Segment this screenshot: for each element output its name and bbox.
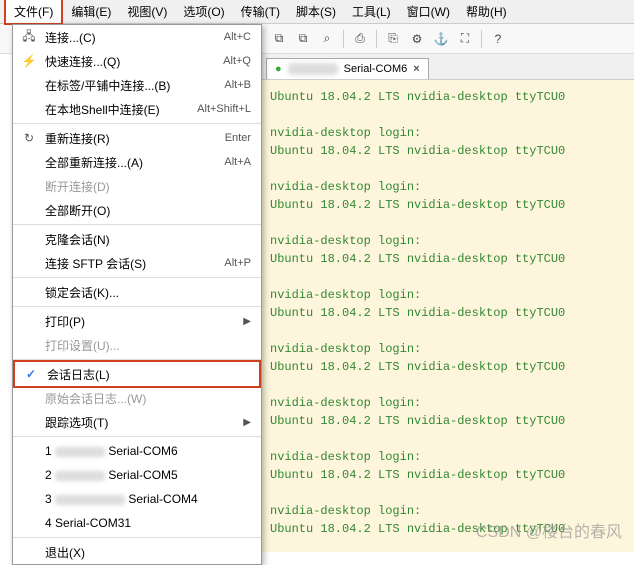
checkmark-icon: ✓ bbox=[21, 367, 41, 381]
watermark: CSDN @楼台的春风 bbox=[476, 518, 622, 542]
toolbar-icon-7[interactable]: ⚓ bbox=[430, 28, 452, 50]
reconnect-icon: ↻ bbox=[19, 131, 39, 145]
terminal-panel: ● Serial-COM6 × Ubuntu 18.04.2 LTS nvidi… bbox=[262, 54, 634, 552]
menu-connect-in-tab[interactable]: 在标签/平铺中连接...(B)Alt+B bbox=[13, 73, 261, 97]
menu-separator bbox=[13, 123, 261, 124]
toolbar-icon-2[interactable]: ⧉ bbox=[292, 28, 314, 50]
menu-edit[interactable]: 编辑(E) bbox=[63, 0, 119, 23]
quick-connect-icon: ⚡ bbox=[19, 54, 39, 68]
menu-recent-2[interactable]: 2 Serial-COM5 bbox=[13, 463, 261, 487]
menu-quick-connect[interactable]: ⚡快速连接...(Q)Alt+Q bbox=[13, 49, 261, 73]
toolbar-separator bbox=[481, 30, 482, 48]
menu-disconnect-all[interactable]: 全部断开(O) bbox=[13, 198, 261, 222]
file-menu-dropdown: 🖧连接...(C)Alt+C ⚡快速连接...(Q)Alt+Q 在标签/平铺中连… bbox=[12, 24, 262, 565]
menu-help[interactable]: 帮助(H) bbox=[458, 0, 515, 23]
menu-file[interactable]: 文件(F) bbox=[4, 0, 63, 25]
toolbar-separator bbox=[376, 30, 377, 48]
submenu-arrow-icon: ▶ bbox=[243, 417, 251, 428]
session-tab[interactable]: ● Serial-COM6 × bbox=[266, 58, 429, 79]
connect-icon: 🖧 bbox=[19, 27, 39, 48]
menu-separator bbox=[13, 277, 261, 278]
menubar: 文件(F) 编辑(E) 视图(V) 选项(O) 传输(T) 脚本(S) 工具(L… bbox=[0, 0, 634, 24]
menu-clone-session[interactable]: 克隆会话(N) bbox=[13, 227, 261, 251]
menu-trace-options[interactable]: 跟踪选项(T)▶ bbox=[13, 410, 261, 434]
find-icon[interactable]: ⌕ bbox=[316, 28, 338, 50]
submenu-arrow-icon: ▶ bbox=[243, 316, 251, 327]
tab-close-icon[interactable]: × bbox=[413, 63, 419, 75]
menu-exit[interactable]: 退出(X) bbox=[13, 540, 261, 564]
menu-raw-log: 原始会话日志...(W) bbox=[13, 386, 261, 410]
tab-title-suffix: Serial-COM6 bbox=[344, 63, 408, 75]
toolbar-icon-8[interactable]: ⛶ bbox=[454, 28, 476, 50]
menu-tools[interactable]: 工具(L) bbox=[344, 0, 399, 23]
menu-separator bbox=[13, 436, 261, 437]
menu-script[interactable]: 脚本(S) bbox=[288, 0, 344, 23]
toolbar-separator bbox=[343, 30, 344, 48]
tabbar: ● Serial-COM6 × bbox=[262, 54, 634, 80]
settings-icon[interactable]: ⚙ bbox=[406, 28, 428, 50]
menu-connect[interactable]: 🖧连接...(C)Alt+C bbox=[13, 25, 261, 49]
toolbar-icon-5[interactable]: ⎘ bbox=[382, 28, 404, 50]
menu-local-shell[interactable]: 在本地Shell中连接(E)Alt+Shift+L bbox=[13, 97, 261, 121]
print-icon[interactable]: ⎙ bbox=[349, 28, 371, 50]
menu-print-setup: 打印设置(U)... bbox=[13, 333, 261, 357]
menu-lock-session[interactable]: 锁定会话(K)... bbox=[13, 280, 261, 304]
terminal-output[interactable]: Ubuntu 18.04.2 LTS nvidia-desktop ttyTCU… bbox=[262, 80, 634, 552]
menu-separator bbox=[13, 537, 261, 538]
menu-recent-3[interactable]: 3 Serial-COM4 bbox=[13, 487, 261, 511]
menu-separator bbox=[13, 306, 261, 307]
menu-options[interactable]: 选项(O) bbox=[175, 0, 232, 23]
menu-window[interactable]: 窗口(W) bbox=[399, 0, 458, 23]
menu-recent-1[interactable]: 1 Serial-COM6 bbox=[13, 439, 261, 463]
toolbar-icon-1[interactable]: ⧉ bbox=[268, 28, 290, 50]
help-icon[interactable]: ? bbox=[487, 28, 509, 50]
menu-disconnect: 断开连接(D) bbox=[13, 174, 261, 198]
menu-recent-4[interactable]: 4 Serial-COM31 bbox=[13, 511, 261, 535]
menu-separator bbox=[13, 224, 261, 225]
tab-status-icon: ● bbox=[275, 63, 282, 75]
menu-session-log[interactable]: ✓会话日志(L) bbox=[13, 360, 261, 388]
menu-view[interactable]: 视图(V) bbox=[119, 0, 175, 23]
tab-title-redacted bbox=[288, 63, 338, 75]
menu-reconnect[interactable]: ↻重新连接(R)Enter bbox=[13, 126, 261, 150]
menu-print[interactable]: 打印(P)▶ bbox=[13, 309, 261, 333]
menu-transfer[interactable]: 传输(T) bbox=[233, 0, 288, 23]
menu-connect-sftp[interactable]: 连接 SFTP 会话(S)Alt+P bbox=[13, 251, 261, 275]
menu-reconnect-all[interactable]: 全部重新连接...(A)Alt+A bbox=[13, 150, 261, 174]
